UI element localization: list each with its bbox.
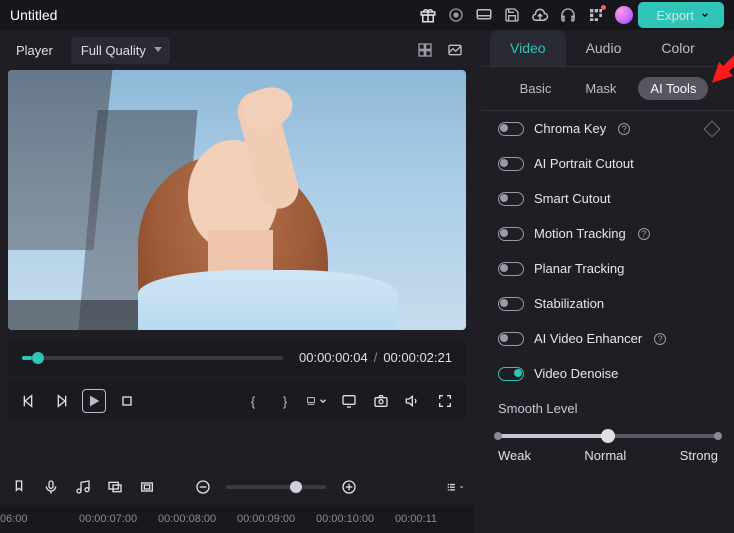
zoom-in-button[interactable] — [340, 478, 358, 496]
help-icon[interactable]: ? — [654, 333, 666, 345]
timeline-tick: 06:00 — [0, 513, 79, 525]
timeline-tick: 00:00:07:00 — [79, 513, 158, 525]
toggle-label: Chroma Key — [534, 121, 606, 136]
ai-tool-row: Chroma Key? — [482, 111, 734, 146]
ai-tool-row: Stabilization — [482, 286, 734, 321]
volume-icon[interactable] — [402, 390, 424, 412]
subtab-ai-tools[interactable]: AI Tools — [638, 77, 708, 100]
toggle-label: Smart Cutout — [534, 191, 611, 206]
zoom-slider[interactable] — [226, 485, 326, 489]
ai-tool-row: AI Portrait Cutout — [482, 146, 734, 181]
prev-frame-button[interactable] — [18, 390, 40, 412]
play-button[interactable] — [82, 389, 106, 413]
subtab-basic[interactable]: Basic — [508, 77, 564, 100]
mark-out-icon[interactable]: } — [274, 390, 296, 412]
avatar[interactable] — [612, 3, 636, 27]
help-icon[interactable]: ? — [638, 228, 650, 240]
music-icon[interactable] — [74, 478, 92, 496]
subtab-mask[interactable]: Mask — [573, 77, 628, 100]
record-icon[interactable] — [444, 3, 468, 27]
ai-tool-row: Planar Tracking — [482, 251, 734, 286]
media-icon[interactable] — [106, 478, 124, 496]
image-view-icon[interactable] — [444, 39, 466, 61]
ai-tool-row: AI Video Enhancer? — [482, 321, 734, 356]
list-icon[interactable] — [446, 478, 464, 496]
slider-label-weak: Weak — [498, 448, 531, 463]
stop-button[interactable] — [116, 390, 138, 412]
project-title: Untitled — [10, 7, 57, 23]
smooth-level-slider[interactable] — [498, 434, 718, 438]
toggle-smart-cutout[interactable] — [498, 192, 524, 206]
marker-icon[interactable] — [10, 478, 28, 496]
timeline-tick: 00:00:08:00 — [158, 513, 237, 525]
slider-label-normal: Normal — [584, 448, 626, 463]
ai-tool-row: Motion Tracking? — [482, 216, 734, 251]
help-icon[interactable]: ? — [618, 123, 630, 135]
display-icon[interactable] — [338, 390, 360, 412]
voiceover-icon[interactable] — [42, 478, 60, 496]
timeline-tick: 00:00:11 — [395, 513, 474, 525]
cloud-icon[interactable] — [528, 3, 552, 27]
next-frame-button[interactable] — [50, 390, 72, 412]
save-icon[interactable] — [500, 3, 524, 27]
overlay-icon[interactable] — [138, 478, 156, 496]
toggle-label: Planar Tracking — [534, 261, 624, 276]
ai-tool-row: Video Denoise — [482, 356, 734, 391]
video-preview[interactable] — [8, 70, 466, 330]
toggle-label: AI Video Enhancer — [534, 331, 642, 346]
toggle-ai-video-enhancer[interactable] — [498, 332, 524, 346]
apps-icon[interactable] — [584, 3, 608, 27]
mark-in-icon[interactable]: { — [242, 390, 264, 412]
export-button[interactable]: Export — [638, 2, 724, 28]
toggle-label: Stabilization — [534, 296, 604, 311]
fullscreen-icon[interactable] — [434, 390, 456, 412]
toggle-planar-tracking[interactable] — [498, 262, 524, 276]
toggle-video-denoise[interactable] — [498, 367, 524, 381]
toggle-label: Video Denoise — [534, 366, 618, 381]
toggle-label: AI Portrait Cutout — [534, 156, 634, 171]
timeline-tick: 00:00:10:00 — [316, 513, 395, 525]
ai-tool-row: Smart Cutout — [482, 181, 734, 216]
snapshot-icon[interactable] — [370, 390, 392, 412]
player-label: Player — [8, 39, 61, 62]
monitor-icon[interactable] — [472, 3, 496, 27]
scrub-slider[interactable] — [22, 356, 283, 360]
tab-color[interactable]: Color — [641, 30, 714, 66]
grid-view-icon[interactable] — [414, 39, 436, 61]
tab-video[interactable]: Video — [490, 30, 566, 66]
timeline-ruler[interactable]: 06:00 00:00:07:00 00:00:08:00 00:00:09:0… — [0, 505, 474, 533]
smooth-level-title: Smooth Level — [482, 391, 734, 424]
timeline-tick: 00:00:09:00 — [237, 513, 316, 525]
tab-audio[interactable]: Audio — [566, 30, 642, 66]
quality-dropdown[interactable]: Full Quality — [71, 37, 170, 64]
toggle-ai-portrait-cutout[interactable] — [498, 157, 524, 171]
aspect-icon[interactable] — [306, 390, 328, 412]
gift-icon[interactable] — [416, 3, 440, 27]
slider-label-strong: Strong — [680, 448, 718, 463]
toggle-motion-tracking[interactable] — [498, 227, 524, 241]
headphones-icon[interactable] — [556, 3, 580, 27]
toggle-stabilization[interactable] — [498, 297, 524, 311]
timecode: 00:00:00:04/00:00:02:21 — [299, 350, 452, 365]
toggle-chroma-key[interactable] — [498, 122, 524, 136]
export-button-label: Export — [656, 8, 694, 23]
keyframe-diamond-icon[interactable] — [704, 120, 721, 137]
toggle-label: Motion Tracking — [534, 226, 626, 241]
zoom-out-button[interactable] — [194, 478, 212, 496]
